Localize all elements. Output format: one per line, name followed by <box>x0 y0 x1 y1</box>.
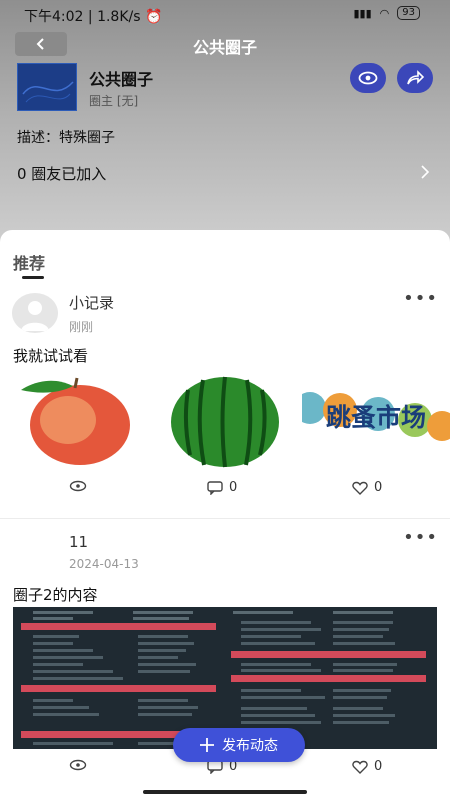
like-icon <box>352 481 368 495</box>
battery-indicator: 93 <box>397 6 420 20</box>
status-right: ▮▮▮ ◠ 93 <box>353 6 420 20</box>
post-username[interactable]: 小记录 <box>69 292 114 313</box>
feed-panel: 推荐 小记录 刚刚 ••• 我就试试看 跳蚤市场 0 0 11 2024-04-… <box>0 230 450 800</box>
post-text: 我就试试看 <box>13 347 89 365</box>
peach-image[interactable] <box>13 370 148 470</box>
comment-count: 0 <box>229 480 238 495</box>
post-divider <box>0 518 450 519</box>
post-actions: 0 0 <box>0 759 450 783</box>
watermelon-image[interactable] <box>158 370 293 470</box>
watch-button[interactable] <box>350 63 386 93</box>
like-action[interactable]: 0 <box>352 759 382 774</box>
share-button[interactable] <box>397 63 433 93</box>
circle-owner: 圈主 [无] <box>89 94 139 108</box>
publish-label: 发布动态 <box>222 738 278 754</box>
members-chevron[interactable] <box>420 164 430 183</box>
more-icon[interactable]: ••• <box>403 527 438 548</box>
post-time: 刚刚 <box>69 320 94 334</box>
flea-market-image[interactable]: 跳蚤市场 <box>294 370 450 470</box>
post-time: 2024-04-13 <box>69 557 139 571</box>
share-icon <box>407 70 424 85</box>
tab-indicator <box>22 276 44 279</box>
circle-description: 描述：特殊圈子 <box>17 130 115 146</box>
network-speed: 1.8K/s <box>97 9 141 25</box>
like-count: 0 <box>374 759 383 774</box>
status-time: 下午4:02 | 1.8K/s ⏰ <box>24 9 163 25</box>
default-avatar-icon <box>21 301 49 331</box>
circle-name: 公共圈子 <box>89 70 154 89</box>
publish-post-button[interactable]: 发布动态 <box>173 728 305 762</box>
plus-icon <box>200 738 214 752</box>
like-count: 0 <box>374 480 383 495</box>
page-title: 公共圈子 <box>192 38 257 57</box>
member-count[interactable]: 0 圈友已加入 <box>17 163 106 184</box>
avatar[interactable] <box>12 293 58 333</box>
wifi-icon: ◠ <box>379 6 390 20</box>
view-action[interactable] <box>69 759 87 771</box>
view-icon <box>69 480 87 492</box>
view-action[interactable] <box>69 480 87 492</box>
status-bar: 下午4:02 | 1.8K/s ⏰ ▮▮▮ ◠ 93 <box>0 0 450 28</box>
more-icon[interactable]: ••• <box>403 288 438 309</box>
signal-icon: ▮▮▮ <box>353 6 372 20</box>
alarm-icon: ⏰ <box>145 9 163 25</box>
view-icon <box>69 759 87 771</box>
circle-cover-image <box>17 63 77 111</box>
clock: 下午4:02 <box>24 9 84 25</box>
circle-header: 下午4:02 | 1.8K/s ⏰ ▮▮▮ ◠ 93 公共圈子 公共圈子 圈主 … <box>0 0 450 260</box>
home-indicator[interactable] <box>143 790 307 794</box>
eye-icon <box>358 71 378 85</box>
flea-market-text: 跳蚤市场 <box>326 403 426 432</box>
like-icon <box>352 760 368 774</box>
chevron-right-icon <box>421 165 430 179</box>
comment-action[interactable]: 0 <box>207 480 237 495</box>
post-actions: 0 0 <box>0 480 450 504</box>
tab-recommend[interactable]: 推荐 <box>13 250 45 274</box>
post-text: 圈子2的内容 <box>13 586 98 604</box>
post-username[interactable]: 11 <box>69 533 88 551</box>
comment-icon <box>207 480 223 495</box>
like-action[interactable]: 0 <box>352 480 382 495</box>
